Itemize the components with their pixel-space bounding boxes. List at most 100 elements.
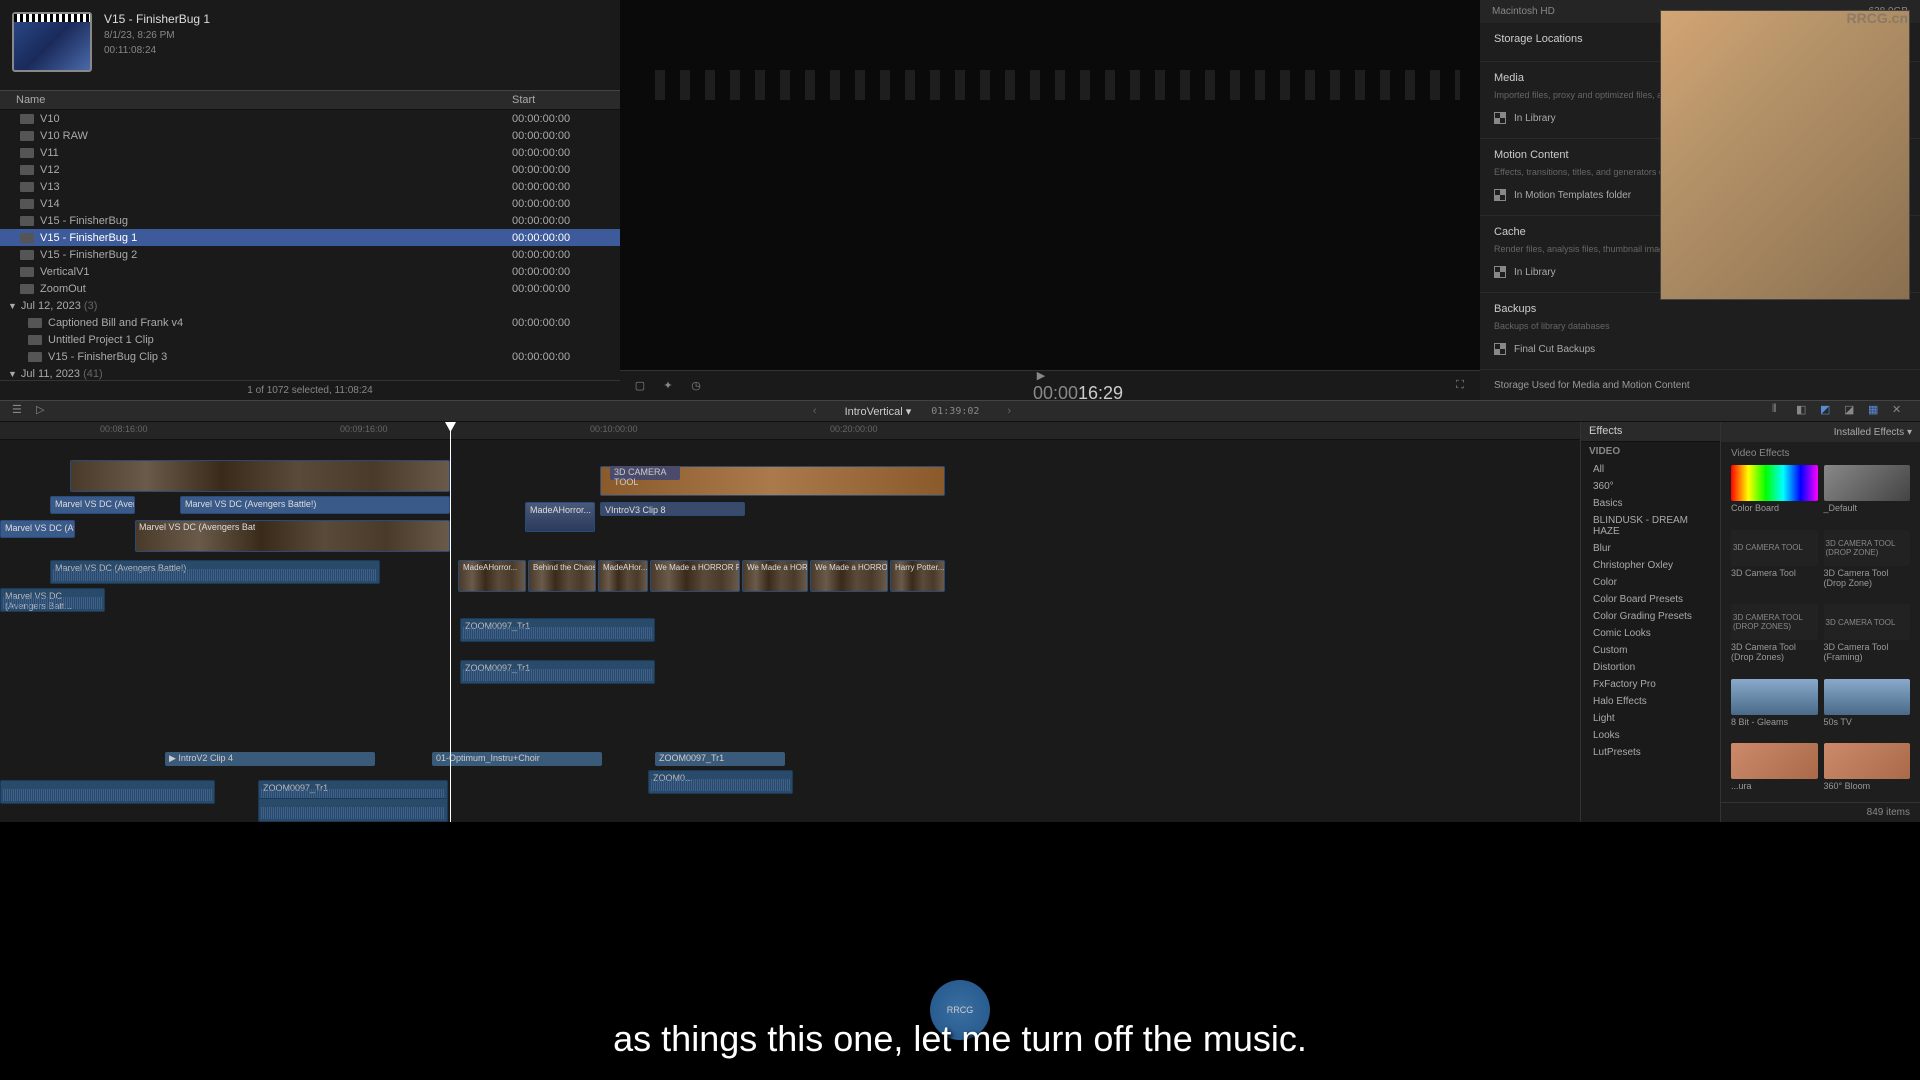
effects-category-item[interactable]: FxFactory Pro — [1581, 676, 1720, 693]
video-clip[interactable] — [70, 460, 450, 492]
clip-row[interactable]: V15 - FinisherBug00:00:00:00 — [0, 212, 620, 229]
timeline-ruler[interactable]: 00:08:16:00 00:09:16:00 00:10:00:00 00:2… — [0, 422, 1580, 440]
date-group-header[interactable]: ▼Jul 12, 2023 (3) — [0, 297, 620, 314]
date-group-header[interactable]: ▼Jul 11, 2023 (41) — [0, 365, 620, 380]
effect-item[interactable]: 50s TV — [1824, 679, 1911, 738]
clip-row[interactable]: V10 RAW00:00:00:00 — [0, 127, 620, 144]
effect-item[interactable]: 3D CAMERA TOOL3D Camera Tool (Framing) — [1824, 604, 1911, 673]
audio-skimming-icon[interactable]: ◩ — [1820, 403, 1836, 419]
effect-item[interactable]: 8 Bit - Gleams — [1731, 679, 1818, 738]
clip-row[interactable]: V15 - FinisherBug 100:00:00:00 — [0, 229, 620, 246]
timeline-tracks[interactable]: 00:08:16:00 00:09:16:00 00:10:00:00 00:2… — [0, 422, 1580, 822]
video-effects-label: Video Effects — [1721, 442, 1920, 465]
video-clip[interactable]: MadeAHor... — [598, 560, 648, 592]
effects-category-item[interactable]: Basics — [1581, 495, 1720, 512]
effect-item[interactable]: 3D CAMERA TOOL (DROP ZONES)3D Camera Too… — [1731, 604, 1818, 673]
audio-clip[interactable]: ZOOM0097_Tr1 — [460, 660, 655, 684]
effect-item[interactable]: ...ura — [1731, 743, 1818, 802]
retime-icon[interactable]: ◷ — [688, 378, 704, 394]
video-clip[interactable]: VIntroV3 Clip 8 — [600, 502, 745, 516]
video-clip-label[interactable]: Marvel VS DC (Avengers Battle!) — [135, 520, 255, 538]
effects-category-item[interactable]: BLINDUSK - DREAM HAZE — [1581, 512, 1720, 540]
viewer-content[interactable] — [620, 0, 1480, 370]
video-clip[interactable]: We Made a HORROR... — [810, 560, 888, 592]
video-clip[interactable]: Marvel VS DC (Avengers Battle!) — [0, 520, 75, 538]
crop-icon[interactable]: ▢ — [632, 378, 648, 394]
clip-row[interactable]: V1000:00:00:00 — [0, 110, 620, 127]
effects-category-item[interactable]: Comic Looks — [1581, 625, 1720, 642]
clip-row[interactable]: Captioned Bill and Frank v400:00:00:00 — [0, 314, 620, 331]
video-clip[interactable]: We Made a HOR... — [742, 560, 808, 592]
clip-row[interactable]: VerticalV100:00:00:00 — [0, 263, 620, 280]
audio-meters-icon[interactable]: ⫴ — [1772, 403, 1788, 419]
title-clip[interactable]: 3D CAMERA TOOL — [610, 466, 680, 480]
video-clip[interactable]: Marvel VS DC (Avengers Battle!) — [180, 496, 450, 514]
clip-name: V15 - FinisherBug Clip 3 — [48, 351, 512, 363]
effects-category-item[interactable]: LutPresets — [1581, 744, 1720, 761]
video-clip[interactable]: MadeAHorror... — [525, 502, 595, 532]
enhance-icon[interactable]: ✦ — [660, 378, 676, 394]
video-clip[interactable]: Marvel VS DC (Avenge... — [50, 496, 135, 514]
installed-effects-dropdown[interactable]: Installed Effects ▾ — [1834, 427, 1912, 438]
audio-clip[interactable]: ZOOM0097_Tr1 — [460, 618, 655, 642]
effects-category-item[interactable]: Light — [1581, 710, 1720, 727]
viewer-toolbar: ▢ ✦ ◷ ▶ 00:0016:29 ⛶ — [620, 370, 1480, 400]
col-start-header[interactable]: Start — [512, 94, 612, 106]
audio-clip[interactable]: Marvel VS DC (Avengers Batt... — [0, 588, 105, 612]
effects-category-item[interactable]: Blur — [1581, 540, 1720, 557]
col-name-header[interactable]: Name — [8, 94, 512, 106]
video-clip[interactable]: Behind the Chaos — [528, 560, 596, 592]
next-edit-icon[interactable]: › — [999, 405, 1019, 417]
effect-item[interactable]: 3D CAMERA TOOL3D Camera Tool — [1731, 530, 1818, 599]
effect-item[interactable]: _Default — [1824, 465, 1911, 524]
audio-clip[interactable]: ZOOM0... — [648, 770, 793, 794]
effects-category-item[interactable]: Custom — [1581, 642, 1720, 659]
effects-category-item[interactable]: Looks — [1581, 727, 1720, 744]
effects-category-item[interactable]: Color Grading Presets — [1581, 608, 1720, 625]
video-clip[interactable]: We Made a HORROR F... — [650, 560, 740, 592]
effects-category-item[interactable]: Color Board Presets — [1581, 591, 1720, 608]
effects-category-item[interactable]: Distortion — [1581, 659, 1720, 676]
clip-row[interactable]: V15 - FinisherBug 200:00:00:00 — [0, 246, 620, 263]
clip-row[interactable]: V1100:00:00:00 — [0, 144, 620, 161]
effects-grid[interactable]: Color Board_Default3D CAMERA TOOL3D Came… — [1721, 465, 1920, 802]
title-clip[interactable]: 01-Optimum_Instru+Choir — [432, 752, 602, 766]
effects-category-item[interactable]: All — [1581, 461, 1720, 478]
clip-row[interactable]: V15 - FinisherBug Clip 300:00:00:00 — [0, 348, 620, 365]
effect-label: 3D Camera Tool (Drop Zones) — [1731, 642, 1818, 662]
title-clip[interactable]: ▶ IntroV2 Clip 4 — [165, 752, 375, 766]
effects-category-item[interactable]: Color — [1581, 574, 1720, 591]
project-name[interactable]: IntroVertical ▾ — [845, 405, 912, 418]
audio-clip[interactable]: Marvel VS DC (Avengers Battle!) — [50, 560, 380, 584]
pointer-icon[interactable]: ▷ — [36, 403, 52, 419]
fullscreen-icon[interactable]: ⛶ — [1452, 378, 1468, 394]
video-clip[interactable]: MadeAHorror... — [458, 560, 526, 592]
title-clip[interactable]: ZOOM0097_Tr1 — [655, 752, 785, 766]
clip-thumbnail[interactable] — [12, 12, 92, 72]
clip-list[interactable]: V1000:00:00:00V10 RAW00:00:00:00V1100:00… — [0, 110, 620, 380]
snapping-icon[interactable]: ◪ — [1844, 403, 1860, 419]
index-icon[interactable]: ☰ — [12, 403, 28, 419]
effects-category-item[interactable]: Halo Effects — [1581, 693, 1720, 710]
playhead[interactable] — [450, 422, 451, 822]
effects-browser-icon[interactable]: ✕ — [1892, 403, 1908, 419]
clip-row[interactable]: V1200:00:00:00 — [0, 161, 620, 178]
clip-info-header: V15 - FinisherBug 1 8/1/23, 8:26 PM 00:1… — [0, 0, 620, 90]
effect-item[interactable]: 360° Bloom — [1824, 743, 1911, 802]
effects-category-item[interactable]: Christopher Oxley — [1581, 557, 1720, 574]
effects-category-item[interactable]: 360° — [1581, 478, 1720, 495]
effect-label: Color Board — [1731, 503, 1818, 513]
solo-icon[interactable]: ▦ — [1868, 403, 1884, 419]
clip-row[interactable]: Untitled Project 1 Clip — [0, 331, 620, 348]
clip-row[interactable]: V1300:00:00:00 — [0, 178, 620, 195]
audio-clip[interactable] — [0, 780, 215, 804]
backups-location[interactable]: Final Cut Backups — [1494, 339, 1906, 359]
prev-edit-icon[interactable]: ‹ — [805, 405, 825, 417]
skimming-icon[interactable]: ◧ — [1796, 403, 1812, 419]
effect-item[interactable]: Color Board — [1731, 465, 1818, 524]
video-clip[interactable]: Harry Potter... — [890, 560, 945, 592]
audio-clip[interactable] — [258, 798, 448, 822]
effect-item[interactable]: 3D CAMERA TOOL (DROP ZONE)3D Camera Tool… — [1824, 530, 1911, 599]
clip-row[interactable]: ZoomOut00:00:00:00 — [0, 280, 620, 297]
clip-row[interactable]: V1400:00:00:00 — [0, 195, 620, 212]
